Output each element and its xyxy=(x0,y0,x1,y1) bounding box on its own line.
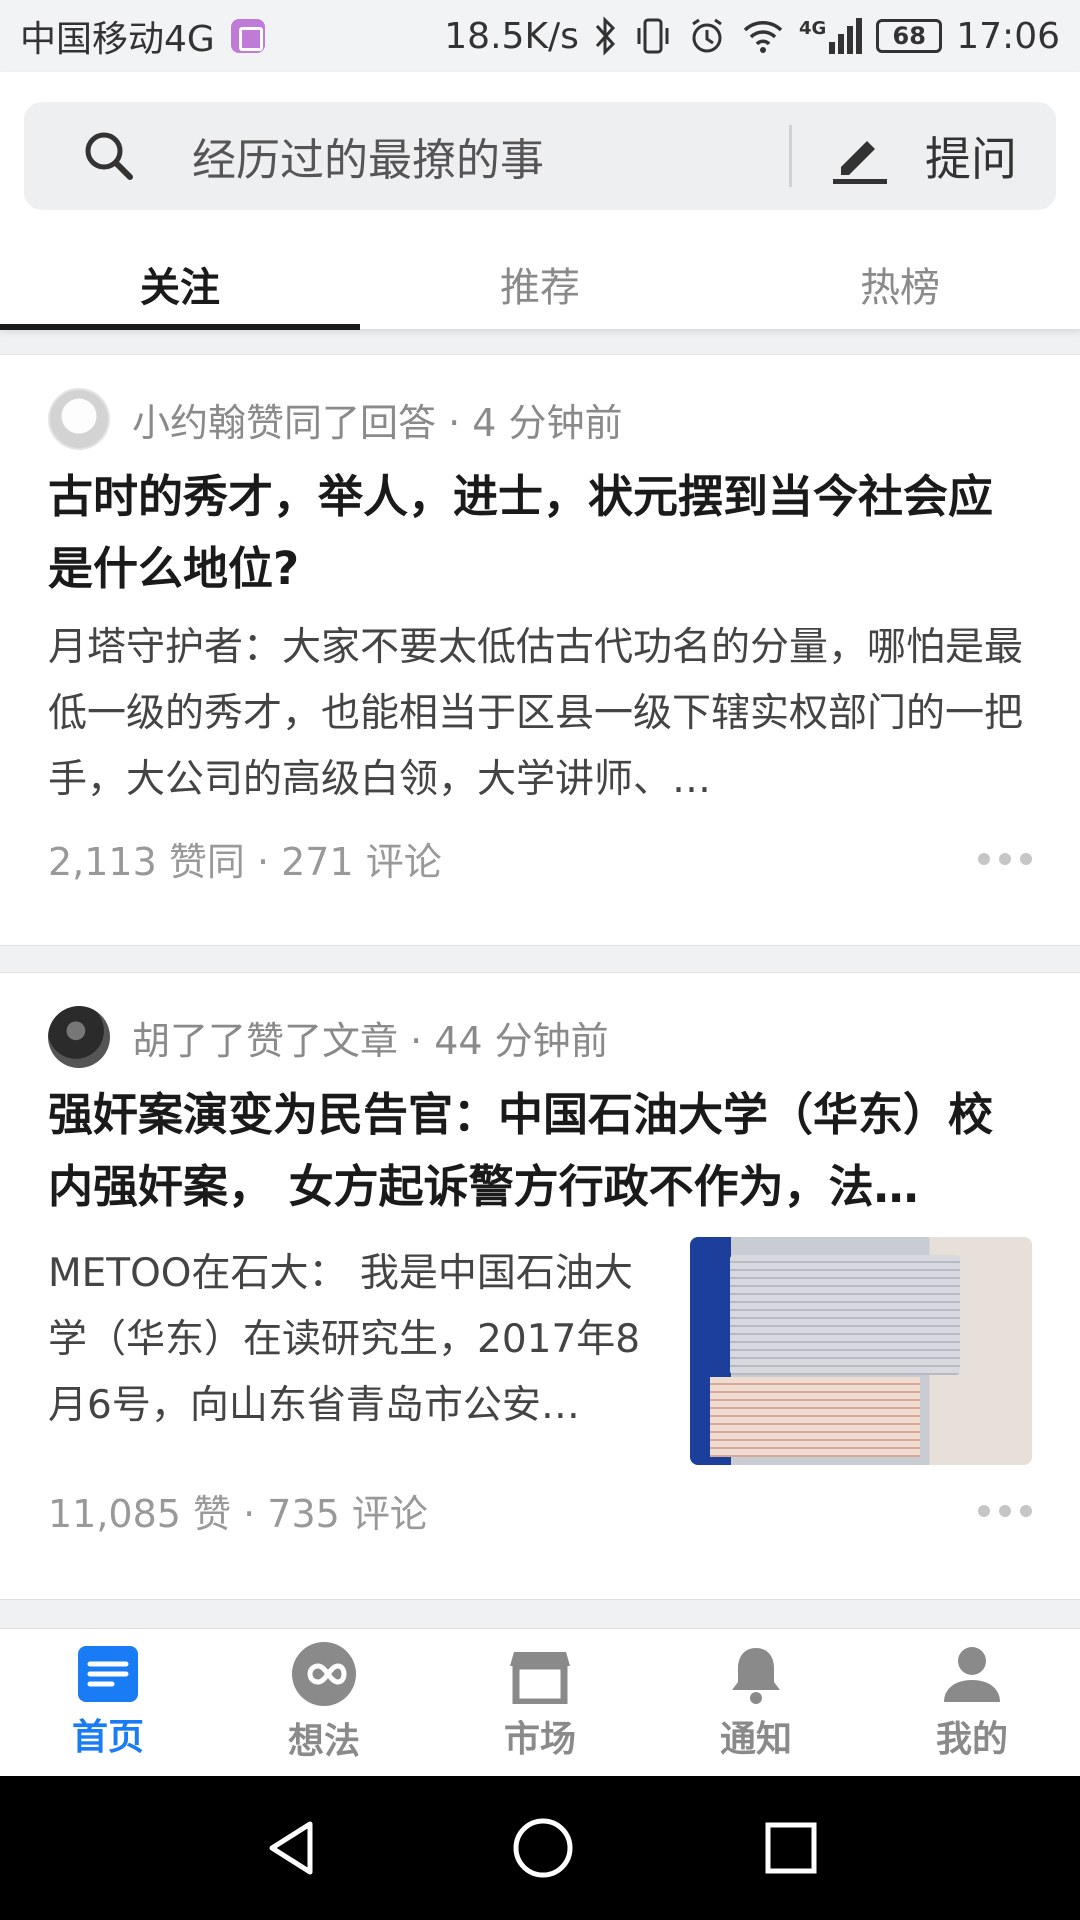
more-options-icon[interactable] xyxy=(978,1504,1032,1517)
card-excerpt[interactable]: METOO在石大： 我是中国石油大学（华东）在读研究生，2017年8月6号，向山… xyxy=(48,1241,664,1465)
network-type: 4G xyxy=(798,18,827,39)
nav-label: 我的 xyxy=(935,1718,1008,1760)
search-bar[interactable]: 经历过的最撩的事 提问 xyxy=(24,102,1056,210)
clock: 17:06 xyxy=(956,15,1060,57)
tab-recommended[interactable]: 推荐 xyxy=(360,237,720,330)
recents-icon[interactable] xyxy=(764,1821,818,1875)
gallery-notification-icon xyxy=(230,19,265,53)
system-nav-bar xyxy=(0,1776,1080,1920)
nav-label: 通知 xyxy=(719,1718,792,1760)
store-icon xyxy=(510,1651,570,1704)
tab-label: 热榜 xyxy=(860,264,940,311)
wifi-icon xyxy=(743,21,783,53)
idea-infinity-icon xyxy=(292,1641,356,1706)
status-bar: 中国移动4G 18.5K/s 4G 68 17:06 xyxy=(0,0,1080,72)
tab-hot-list[interactable]: 热榜 xyxy=(720,237,1080,330)
tab-label: 推荐 xyxy=(500,264,580,311)
pencil-icon xyxy=(833,141,887,184)
person-icon xyxy=(944,1646,1000,1702)
signal-icon: 4G xyxy=(798,18,863,54)
search-input[interactable]: 经历过的最撩的事 xyxy=(164,124,789,188)
card-title[interactable]: 强奸案演变为民告官：中国石油大学（华东）校内强奸案， 女方起诉警方行政不作为，法… xyxy=(48,1079,1032,1223)
feed-card[interactable]: 小约翰赞同了回答 · 4 分钟前 古时的秀才，举人，进士，状元摆到当今社会应是什… xyxy=(0,354,1080,946)
network-speed: 18.5K/s xyxy=(444,15,579,57)
bottom-nav: 首页 想法 市场 通知 我的 xyxy=(0,1628,1080,1776)
card-stats: 2,113 赞同 · 271 评论 xyxy=(48,840,442,884)
tab-label: 关注 xyxy=(140,264,220,311)
bell-icon xyxy=(732,1647,780,1704)
carrier-text: 中国移动4G xyxy=(20,19,215,60)
vibrate-icon xyxy=(637,18,669,54)
status-right: 18.5K/s 4G 68 17:06 xyxy=(444,16,1060,57)
feed-tabs: 关注 推荐 热榜 xyxy=(0,237,1080,330)
card-title[interactable]: 古时的秀才，举人，进士，状元摆到当今社会应是什么地位? xyxy=(48,461,1032,605)
tab-following[interactable]: 关注 xyxy=(0,237,360,330)
back-icon[interactable] xyxy=(262,1818,322,1878)
bluetooth-icon xyxy=(595,16,615,56)
actor-line: 胡了了赞了文章 · 44 分钟前 xyxy=(132,1018,609,1063)
header: 经历过的最撩的事 提问 关注 推荐 热榜 xyxy=(0,72,1080,330)
actor-line: 小约翰赞同了回答 · 4 分钟前 xyxy=(132,400,623,445)
card-footer: 11,085 赞 · 735 评论 xyxy=(48,1483,1032,1538)
avatar[interactable] xyxy=(48,1006,110,1068)
home-doc-icon xyxy=(78,1645,138,1702)
ask-question-button[interactable]: 提问 xyxy=(792,102,1056,210)
nav-home[interactable]: 首页 xyxy=(0,1629,216,1776)
card-body: METOO在石大： 我是中国石油大学（华东）在读研究生，2017年8月6号，向山… xyxy=(48,1237,1032,1465)
nav-label: 市场 xyxy=(503,1718,576,1760)
card-stats: 11,085 赞 · 735 评论 xyxy=(48,1492,428,1536)
avatar[interactable] xyxy=(48,388,110,450)
status-left: 中国移动4G xyxy=(20,10,265,62)
nav-profile[interactable]: 我的 xyxy=(864,1629,1080,1776)
home-circle-icon[interactable] xyxy=(512,1817,574,1879)
ask-label: 提问 xyxy=(925,132,1017,186)
card-excerpt[interactable]: 月塔守护者：大家不要太低估古代功名的分量，哪怕是最低一级的秀才，也能相当于区县一… xyxy=(48,615,1032,813)
nav-market[interactable]: 市场 xyxy=(432,1629,648,1776)
nav-ideas[interactable]: 想法 xyxy=(216,1629,432,1776)
card-footer: 2,113 赞同 · 271 评论 xyxy=(48,831,1032,886)
card-meta: 小约翰赞同了回答 · 4 分钟前 xyxy=(48,388,1032,450)
nav-notifications[interactable]: 通知 xyxy=(648,1629,864,1776)
card-meta: 胡了了赞了文章 · 44 分钟前 xyxy=(48,1006,1032,1068)
nav-label: 想法 xyxy=(287,1720,360,1762)
more-options-icon[interactable] xyxy=(978,852,1032,865)
battery-indicator: 68 xyxy=(876,19,943,53)
feed-card[interactable]: 胡了了赞了文章 · 44 分钟前 强奸案演变为民告官：中国石油大学（华东）校内强… xyxy=(0,972,1080,1600)
alarm-icon xyxy=(692,18,722,53)
search-icon xyxy=(54,128,164,184)
article-thumbnail[interactable] xyxy=(690,1237,1032,1465)
nav-label: 首页 xyxy=(71,1716,144,1758)
